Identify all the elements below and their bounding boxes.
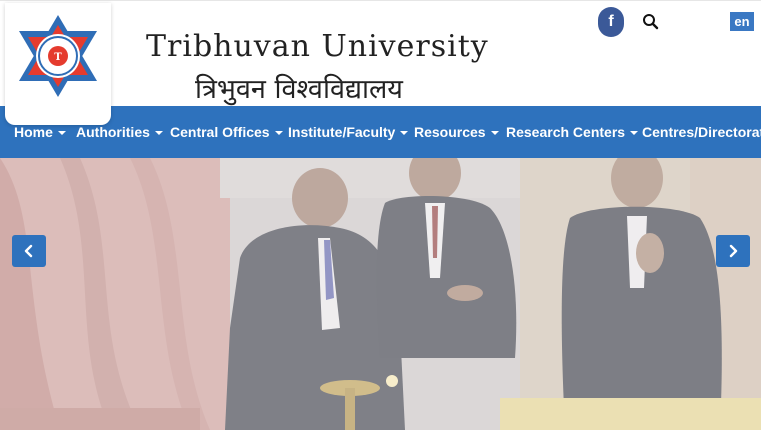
hero-carousel [0,158,761,430]
nav-label: Research Centers [506,124,626,140]
facebook-icon: f [608,13,614,30]
nav-item-centres-directorate[interactable]: Centres/Directorate [642,106,761,158]
slide-overlay [0,158,761,430]
site-title-nepali: त्रिभुवन विश्वविद्यालय [195,74,403,105]
nav-item-resources[interactable]: Resources [414,106,499,158]
nav-label: Home [14,124,53,140]
nav-label: Resources [414,124,486,140]
nav-label: Centres/Directorate [642,124,761,140]
nav-label: Central Offices [170,124,270,140]
caret-down-icon [274,131,283,135]
logo[interactable]: T [5,3,111,125]
nav-label: Authorities [76,124,150,140]
caret-down-icon [400,131,409,135]
nav-item-research-centers[interactable]: Research Centers [506,106,639,158]
nav-item-institute-faculty[interactable]: Institute/Faculty [288,106,409,158]
search-icon [643,14,659,30]
language-switch-button[interactable]: en [730,12,754,31]
carousel-prev-button[interactable] [12,235,46,267]
nav-item-central-offices[interactable]: Central Offices [170,106,283,158]
svg-text:T: T [54,52,62,63]
university-emblem-icon: T [19,15,97,97]
carousel-next-button[interactable] [716,235,750,267]
caret-down-icon [490,131,499,135]
chevron-right-icon [729,244,738,258]
caret-down-icon [57,131,66,135]
site-header: T Tribhuvan University त्रिभुवन विश्वविद… [0,0,761,125]
caret-down-icon [630,131,639,135]
site-title-english: Tribhuvan University [146,29,489,64]
nav-label: Institute/Faculty [288,124,396,140]
chevron-left-icon [24,244,33,258]
search-button[interactable] [642,13,660,31]
caret-down-icon [154,131,163,135]
main-navigation: Home Authorities Central Offices Institu… [0,106,761,158]
facebook-button[interactable]: f [598,7,624,37]
